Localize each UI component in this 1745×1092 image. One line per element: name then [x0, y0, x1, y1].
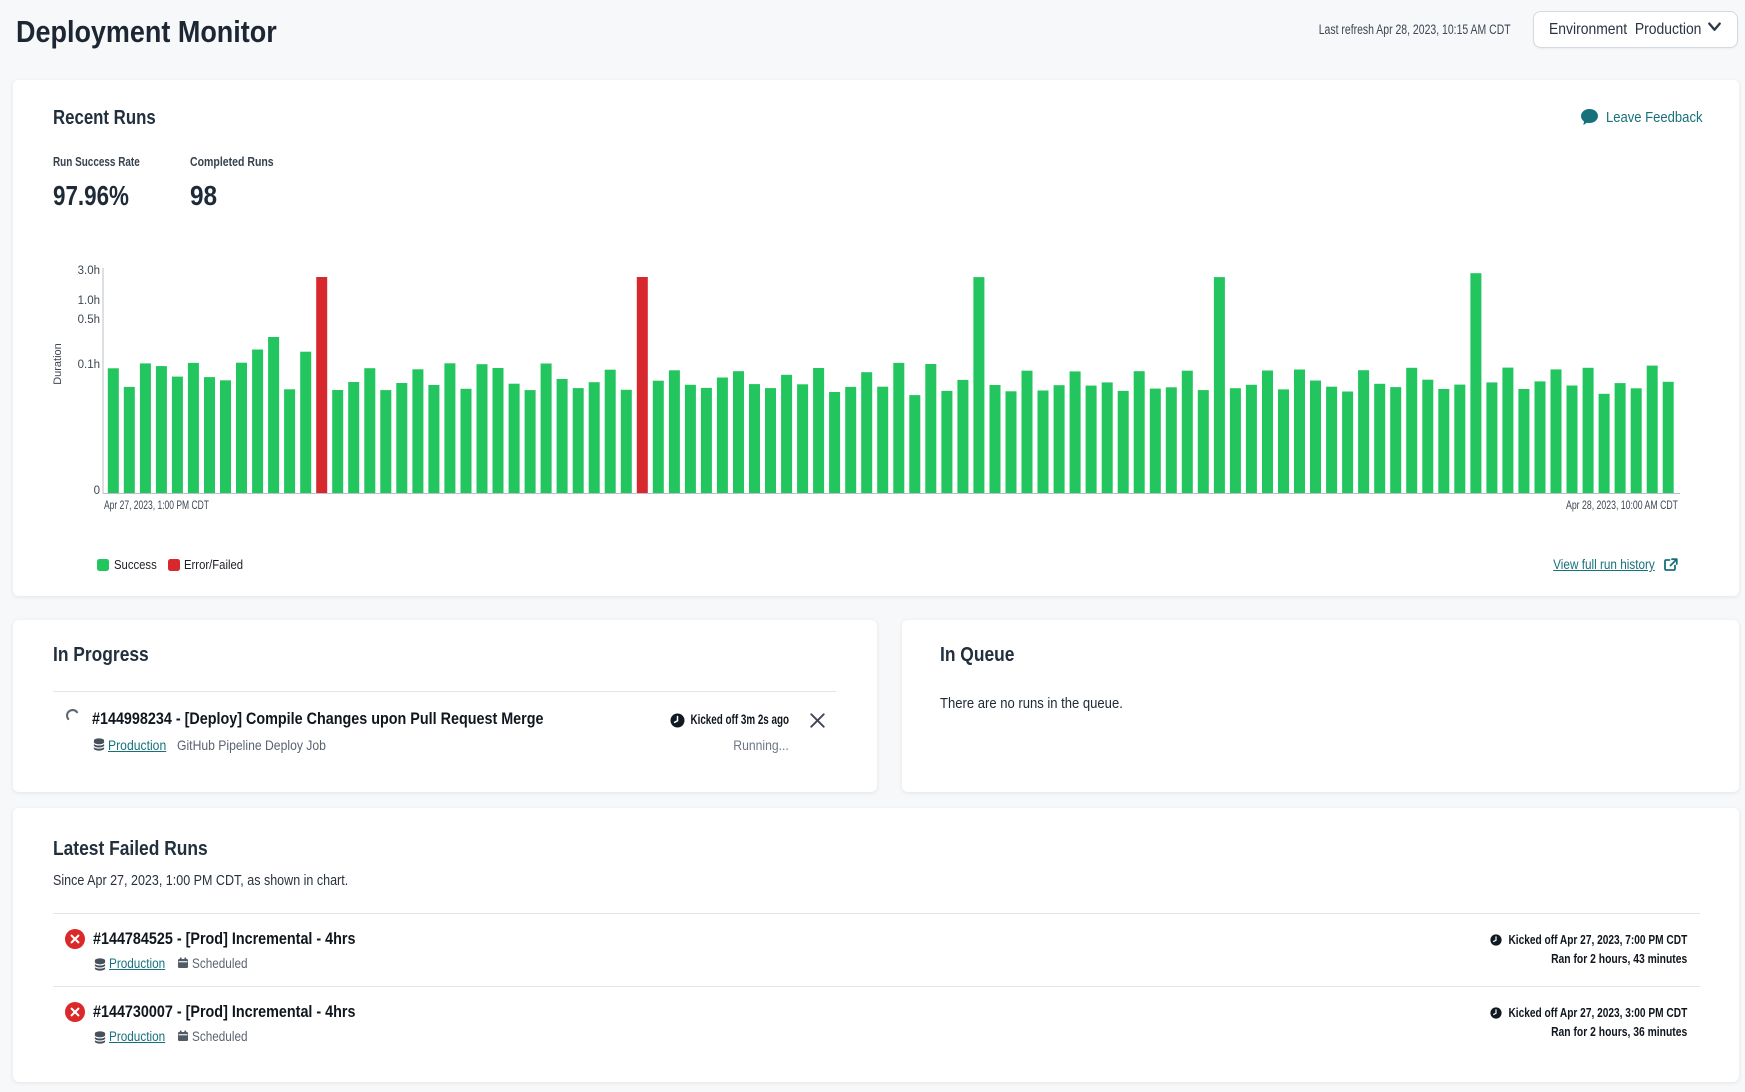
svg-text:0: 0: [94, 485, 100, 497]
svg-text:Apr 27, 2023, 1:00 PM CDT: Apr 27, 2023, 1:00 PM CDT: [104, 500, 209, 512]
svg-text:Apr 28, 2023, 10:00 AM CDT: Apr 28, 2023, 10:00 AM CDT: [1566, 500, 1678, 512]
svg-text:3.0h: 3.0h: [78, 265, 100, 277]
svg-text:0.1h: 0.1h: [78, 359, 100, 371]
svg-text:Duration: Duration: [52, 343, 64, 385]
svg-text:0.5h: 0.5h: [78, 314, 100, 326]
svg-text:1.0h: 1.0h: [78, 295, 100, 307]
